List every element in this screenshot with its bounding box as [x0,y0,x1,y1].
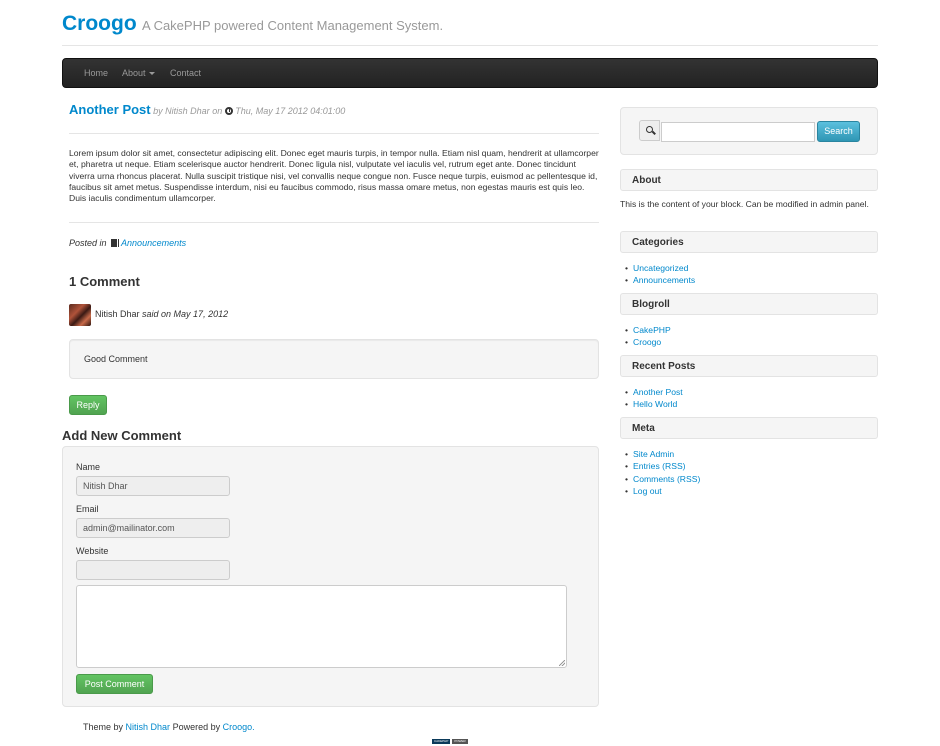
website-label: Website [76,546,109,556]
blogroll-croogo-link[interactable]: Croogo [633,337,661,347]
list-item: CakePHP [625,324,875,336]
nav-home-link[interactable]: Home [84,68,108,78]
comment-author-line: Nitish Dhar said on May 17, 2012 [95,309,228,319]
chevron-down-icon [148,72,155,76]
category-link[interactable]: Announcements [121,238,186,248]
post-divider [69,222,599,223]
list-item: Croogo [625,336,875,348]
email-field[interactable]: admin@mailinator.com [76,518,230,538]
site-footer: Theme by Nitish Dhar Powered by Croogo. [83,722,255,732]
top-navbar: Home About Contact [62,58,878,88]
nav-about-label: About [122,68,146,78]
resize-grip-icon[interactable] [559,660,565,666]
recent-post-another-link[interactable]: Another Post [633,387,683,397]
post-comment-button[interactable]: Post Comment [76,674,153,694]
comment-textarea[interactable] [76,585,567,668]
blogroll-list: CakePHP Croogo [625,324,875,349]
blogroll-cakephp-link[interactable]: CakePHP [633,325,671,335]
meta-block-title: Meta [620,417,878,439]
list-item: Entries (RSS) [625,460,875,472]
post-header: Another Post by Nitish Dhar on Thu, May 1… [69,102,599,134]
book-icon [111,239,119,247]
list-item: Hello World [625,398,875,410]
name-field[interactable]: Nitish Dhar [76,476,230,496]
about-block-title: About [620,169,878,191]
post-category-line: Posted in Announcements [69,238,186,248]
meta-site-admin-link[interactable]: Site Admin [633,449,674,459]
croogo-link[interactable]: Croogo. [223,722,255,732]
comment-said-on: said on May 17, 2012 [142,309,229,319]
search-input[interactable] [661,122,815,142]
power-badge[interactable]: POWER [452,739,468,744]
category-announcements-link[interactable]: Announcements [633,275,695,285]
comments-heading: 1 Comment [69,274,140,289]
theme-author-link[interactable]: Nitish Dhar [126,722,171,732]
email-label: Email [76,504,99,514]
name-label: Name [76,462,101,472]
categories-list: Uncategorized Announcements [625,262,875,287]
footer-badges: CAKEPHP POWER [432,739,468,744]
list-item: Announcements [625,274,875,286]
meta-logout-link[interactable]: Log out [633,486,662,496]
post-author: Nitish Dhar [165,106,210,116]
posted-in-label: Posted in [69,238,107,248]
post-on: on [212,106,223,116]
about-block-text: This is the content of your block. Can b… [620,199,869,209]
site-header: Croogo A CakePHP powered Content Managem… [62,12,878,46]
list-item: Comments (RSS) [625,473,875,485]
recent-posts-list: Another Post Hello World [625,386,875,411]
post-by: by [153,106,163,116]
list-item: Another Post [625,386,875,398]
meta-list: Site Admin Entries (RSS) Comments (RSS) … [625,448,875,498]
post-title-link[interactable]: Another Post [69,102,151,117]
comment-author: Nitish Dhar [95,309,140,319]
recent-posts-block-title: Recent Posts [620,355,878,377]
list-item: Log out [625,485,875,497]
meta-comments-rss-link[interactable]: Comments (RSS) [633,474,700,484]
site-tagline: A CakePHP powered Content Management Sys… [142,18,444,33]
clock-icon [225,107,234,115]
search-icon [646,126,653,133]
post-date: Thu, May 17 2012 04:01:00 [235,106,346,116]
nav-contact-link[interactable]: Contact [170,68,201,78]
comment-form: Name Nitish Dhar Email admin@mailinator.… [62,446,599,707]
website-field[interactable] [76,560,230,580]
avatar [69,304,91,326]
cakephp-badge[interactable]: CAKEPHP [432,739,451,744]
reply-button[interactable]: Reply [69,395,107,415]
list-item: Uncategorized [625,262,875,274]
categories-block-title: Categories [620,231,878,253]
search-block: Search [620,107,878,155]
search-addon [639,120,660,141]
blogroll-block-title: Blogroll [620,293,878,315]
category-uncategorized-link[interactable]: Uncategorized [633,263,688,273]
nav-about-dropdown[interactable]: About [122,68,155,78]
powered-by-label: Powered by [172,722,221,732]
theme-by-label: Theme by [83,722,124,732]
post-body: Lorem ipsum dolor sit amet, consectetur … [69,148,599,204]
list-item: Site Admin [625,448,875,460]
comment-body: Good Comment [69,339,599,379]
comment-text: Good Comment [84,354,148,364]
add-comment-heading: Add New Comment [62,428,182,443]
site-brand-link[interactable]: Croogo [62,12,137,36]
meta-entries-rss-link[interactable]: Entries (RSS) [633,461,686,471]
search-button[interactable]: Search [817,121,860,142]
recent-post-hello-link[interactable]: Hello World [633,399,677,409]
